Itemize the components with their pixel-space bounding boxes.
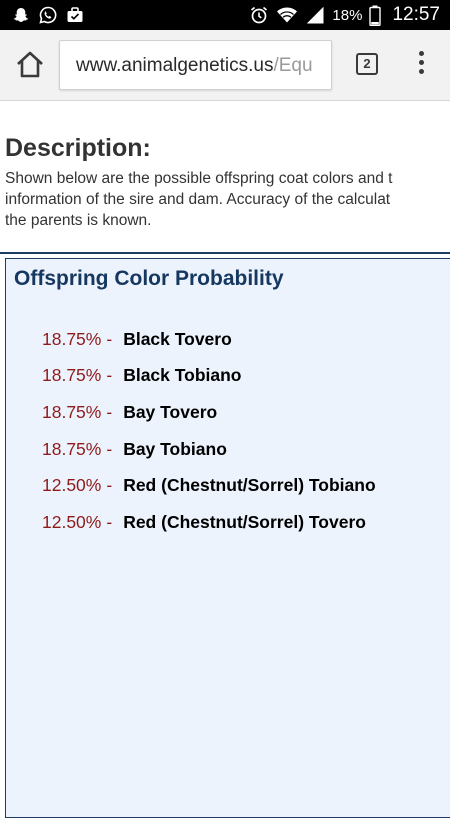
list-item: 12.50% - Red (Chestnut/Sorrel) Tovero xyxy=(42,504,376,541)
probability-percent: 18.75% xyxy=(42,365,102,386)
coat-color-name: Bay Tovero xyxy=(123,401,218,422)
url-path: /Equ xyxy=(273,55,313,76)
coat-color-name: Red (Chestnut/Sorrel) Tovero xyxy=(123,511,366,532)
description-line: information of the sire and dam. Accurac… xyxy=(5,191,391,208)
home-button[interactable] xyxy=(13,50,47,80)
coat-color-name: Bay Tobiano xyxy=(123,438,227,459)
separator: - xyxy=(106,438,113,459)
description-text: Shown below are the possible offspring c… xyxy=(5,168,450,231)
coat-color-name: Red (Chestnut/Sorrel) Tobiano xyxy=(123,475,376,496)
system-icons: 18% 12:57 xyxy=(249,0,440,30)
clock: 12:57 xyxy=(392,4,440,25)
list-item: 12.50% - Red (Chestnut/Sorrel) Tobiano xyxy=(42,467,376,504)
separator: - xyxy=(106,365,113,386)
separator: - xyxy=(106,475,113,496)
tabs-icon[interactable]: 2 xyxy=(356,53,378,75)
url-bar[interactable]: www.animalgenetics.us/Equ xyxy=(59,40,332,90)
signal-icon xyxy=(307,6,324,24)
coat-color-name: Black Tovero xyxy=(123,328,232,349)
more-vert-icon[interactable] xyxy=(410,51,432,79)
status-bar: 18% 12:57 xyxy=(0,0,450,30)
probability-percent: 12.50% xyxy=(42,511,102,532)
probability-percent: 18.75% xyxy=(42,438,102,459)
list-item: 18.75% - Bay Tobiano xyxy=(42,431,376,468)
battery-percentage: 18% xyxy=(332,6,363,24)
briefcase-icon xyxy=(67,7,83,22)
battery-icon xyxy=(369,5,382,26)
separator: - xyxy=(106,401,113,422)
probability-percent: 18.75% xyxy=(42,401,102,422)
section-divider xyxy=(0,252,450,254)
probability-list: 18.75% - Black Tovero 18.75% - Black Tob… xyxy=(42,321,376,541)
description-line: Shown below are the possible offspring c… xyxy=(5,170,393,187)
list-item: 18.75% - Black Tobiano xyxy=(42,358,376,395)
separator: - xyxy=(106,511,113,532)
url-host: www.animalgenetics.us xyxy=(76,55,274,76)
snapchat-icon xyxy=(13,8,29,22)
alarm-icon xyxy=(251,6,268,24)
description-heading: Description: xyxy=(5,134,151,162)
list-item: 18.75% - Black Tovero xyxy=(42,321,376,358)
browser-toolbar: www.animalgenetics.us/Equ 2 xyxy=(0,30,450,101)
notification-icons xyxy=(12,5,84,25)
coat-color-name: Black Tobiano xyxy=(123,365,242,386)
probability-percent: 18.75% xyxy=(42,328,102,349)
tab-count: 2 xyxy=(363,56,371,71)
list-item: 18.75% - Bay Tovero xyxy=(42,394,376,431)
whatsapp-icon xyxy=(39,6,57,24)
separator: - xyxy=(106,328,113,349)
panel-title: Offspring Color Probability xyxy=(14,267,284,290)
home-icon xyxy=(17,51,43,78)
probability-percent: 12.50% xyxy=(42,475,102,496)
offspring-probability-panel: Offspring Color Probability 18.75% - Bla… xyxy=(5,258,450,818)
description-line: the parents is known. xyxy=(5,212,152,229)
wifi-icon xyxy=(277,7,298,23)
